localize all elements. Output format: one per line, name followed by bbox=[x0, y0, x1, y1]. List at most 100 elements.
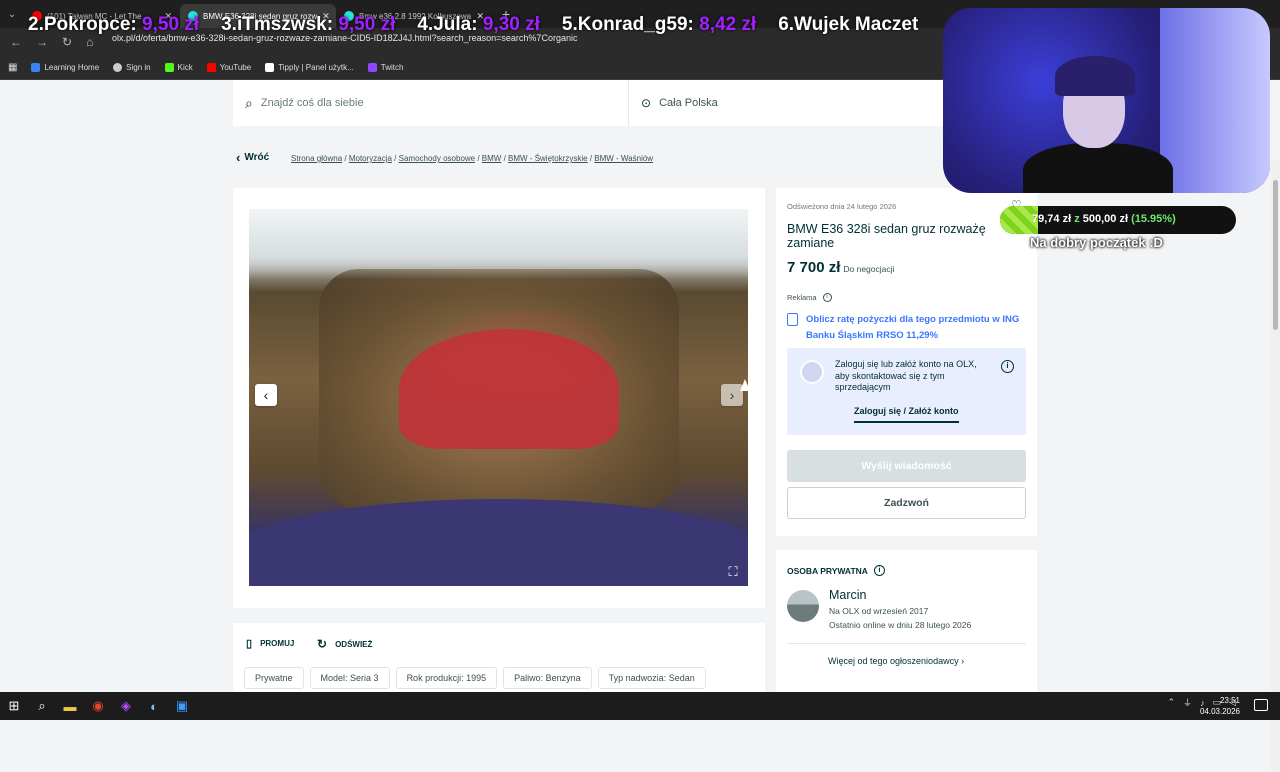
streamer-cap bbox=[1055, 56, 1135, 96]
windows-start-icon[interactable]: ⊞ bbox=[0, 692, 28, 720]
breadcrumb-link[interactable]: Motoryzacja bbox=[349, 154, 392, 163]
usb-icon[interactable]: ⏚ bbox=[1183, 696, 1192, 709]
info-icon[interactable]: i bbox=[822, 293, 832, 302]
breadcrumb: Strona główna / Motoryzacja / Samochody … bbox=[291, 154, 654, 163]
apps-grid-icon[interactable]: ▦ bbox=[8, 62, 17, 73]
location-pin-icon: ⊙ bbox=[641, 96, 652, 110]
photo-gallery: ⛶ ‹ › bbox=[233, 188, 765, 608]
params-list: Prywatne Model: Seria 3 Rok produkcji: 1… bbox=[244, 667, 706, 689]
gallery-prev-button[interactable]: ‹ bbox=[255, 384, 277, 406]
loan-calculator-link[interactable]: Oblicz ratę pożyczki dla tego przedmiotu… bbox=[787, 312, 1027, 344]
listing-actions: ▯ PROMUJ ↻ ODŚWIEŻ Prywatne Model: Seria… bbox=[233, 623, 765, 692]
refresh-icon: ↻ bbox=[317, 637, 328, 651]
divider bbox=[787, 643, 1026, 644]
room-wall bbox=[1160, 8, 1270, 193]
seller-name: Marcin bbox=[829, 588, 867, 602]
chevron-left-icon: ‹ bbox=[236, 150, 241, 165]
search-icon: ⌕ bbox=[245, 94, 253, 111]
promote-button[interactable]: ▯ PROMUJ bbox=[246, 637, 294, 650]
steam-icon[interactable]: ◐ bbox=[140, 692, 168, 720]
search-bar: ⌕ Znajdź coś dla siebie ⊙ Cała Polska bbox=[233, 80, 953, 126]
file-explorer-icon[interactable]: ▬ bbox=[56, 692, 84, 720]
user-avatar-icon bbox=[800, 360, 824, 384]
forward-arrow-icon[interactable]: → bbox=[36, 35, 48, 49]
ranking-item: 5.Konrad_g59: 8,42 zł bbox=[561, 14, 757, 35]
app-icon[interactable]: ◈ bbox=[112, 692, 140, 720]
kick-icon bbox=[164, 63, 174, 72]
login-link[interactable]: Zaloguj się / Załóż konto bbox=[854, 406, 959, 423]
fullscreen-icon[interactable]: ⛶ bbox=[724, 564, 742, 582]
youtube-icon bbox=[206, 63, 216, 72]
tab-search-icon[interactable]: ⌄ bbox=[0, 0, 24, 28]
chevron-up-icon[interactable]: ⌃ bbox=[1168, 697, 1176, 708]
seller-card: OSOBA PRYWATNA i Marcin Na OLX od wrzesi… bbox=[776, 550, 1037, 692]
ranking-item: 4.Jula: 9,30 zł bbox=[417, 14, 540, 35]
ad-label: Reklama i bbox=[787, 293, 832, 302]
bookmark-youtube[interactable]: YouTube bbox=[206, 63, 251, 72]
search-icon[interactable]: ⌕ bbox=[28, 692, 56, 720]
home-icon[interactable]: ⌂ bbox=[86, 35, 93, 49]
bookmark-kick[interactable]: Kick bbox=[164, 63, 193, 72]
globe-icon bbox=[113, 63, 123, 72]
bookmark-learning-home[interactable]: Learning Home bbox=[31, 63, 99, 72]
param-chip: Typ nadwozia: Sedan bbox=[597, 667, 706, 689]
breadcrumb-link[interactable]: BMW - Waśniów bbox=[594, 154, 653, 163]
breadcrumb-link[interactable]: Samochody osobowe bbox=[399, 154, 476, 163]
page-scrollbar[interactable] bbox=[1271, 160, 1280, 772]
ranking-item: 3.iTmszwsk: 9,50 zł bbox=[221, 14, 396, 35]
seller-avatar bbox=[787, 590, 819, 622]
call-button[interactable]: Zadzwoń bbox=[787, 487, 1026, 519]
login-prompt: Zaloguj się lub załóż konto na OLX, aby … bbox=[787, 348, 1026, 435]
bookmark-twitch[interactable]: Twitch bbox=[367, 63, 403, 72]
ranking-item: 6.Wujek Maczet bbox=[778, 14, 919, 35]
bookmark-tipply[interactable]: Tipply | Panel użytk... bbox=[265, 63, 354, 72]
listing-info-card: Odświeżono dnia 24 lutego 2026 BMW E36 3… bbox=[776, 188, 1037, 536]
info-icon[interactable]: i bbox=[873, 565, 885, 576]
donation-goal-bar: 79,74 zł z 500,00 zł (15.95%) bbox=[1000, 206, 1236, 234]
chevron-left-icon: ‹ bbox=[263, 387, 269, 403]
app-icon[interactable]: ▣ bbox=[168, 692, 196, 720]
notification-icon[interactable] bbox=[1254, 699, 1268, 711]
calculator-icon bbox=[787, 313, 798, 326]
streamer-body bbox=[1023, 143, 1173, 193]
webcam-overlay bbox=[943, 8, 1270, 193]
location-input[interactable]: ⊙ Cała Polska bbox=[629, 96, 718, 110]
back-arrow-icon[interactable]: ← bbox=[10, 35, 22, 49]
clock[interactable]: 23:51 04.03.2026 bbox=[1200, 695, 1240, 717]
refresh-button[interactable]: ↻ ODŚWIEŻ bbox=[317, 637, 372, 651]
chrome-icon[interactable]: ◉ bbox=[84, 692, 112, 720]
more-from-seller-link[interactable]: Więcej od tego ogłoszeniodawcy › bbox=[828, 656, 964, 666]
tipply-icon bbox=[265, 63, 275, 72]
windows-taskbar: ⊞ ⌕ ▬ ◉ ◈ ◐ ▣ ⌃ ⏚ ♪ ▭ ◁ 23:51 04.03.2026 bbox=[0, 692, 1280, 720]
send-message-button[interactable]: Wyślij wiadomość bbox=[787, 450, 1026, 482]
listing-price: 7 700 zł Do negocjacji bbox=[787, 259, 895, 276]
goal-text: 79,74 zł z 500,00 zł (15.95%) bbox=[1032, 213, 1176, 225]
breadcrumb-link[interactable]: BMW - Świętokrzyskie bbox=[508, 154, 588, 163]
back-link[interactable]: ‹ Wróć bbox=[236, 150, 269, 165]
bookmark-icon: ▯ bbox=[246, 638, 253, 650]
ranking-item: 2.Pokropce: 9,50 zł bbox=[28, 14, 200, 35]
reload-icon[interactable]: ↻ bbox=[62, 35, 72, 49]
param-chip: Rok produkcji: 1995 bbox=[395, 667, 498, 689]
seller-last-online: Ostatnio online w dniu 28 lutego 2026 bbox=[829, 620, 972, 630]
rust-red-panel bbox=[399, 329, 619, 449]
breadcrumb-link[interactable]: BMW bbox=[482, 154, 502, 163]
learning-icon bbox=[31, 63, 41, 72]
chevron-right-icon: › bbox=[729, 387, 735, 403]
info-icon[interactable]: i bbox=[1001, 360, 1014, 373]
scrollbar-thumb[interactable] bbox=[1273, 180, 1278, 330]
param-chip: Model: Seria 3 bbox=[309, 667, 390, 689]
listing-photo[interactable]: ⛶ bbox=[249, 209, 748, 586]
search-input[interactable]: ⌕ Znajdź coś dla siebie bbox=[233, 80, 629, 126]
bookmark-sign-in[interactable]: Sign in bbox=[113, 63, 151, 72]
breadcrumb-link[interactable]: Strona główna bbox=[291, 154, 342, 163]
donation-ranking: 2.Pokropce: 9,50 zł 3.iTmszwsk: 9,50 zł … bbox=[28, 14, 918, 36]
goal-caption: Na dobry początek :D bbox=[1030, 235, 1163, 250]
mouse-cursor bbox=[740, 379, 750, 391]
param-chip: Paliwo: Benzyna bbox=[503, 667, 592, 689]
listing-title: BMW E36 328i sedan gruz rozważę zamiane bbox=[787, 222, 986, 250]
refreshed-date: Odświeżono dnia 24 lutego 2026 bbox=[787, 202, 897, 211]
bumper bbox=[249, 499, 748, 586]
snow-edge bbox=[249, 209, 748, 279]
negotiable-label: Do negocjacji bbox=[843, 264, 895, 274]
